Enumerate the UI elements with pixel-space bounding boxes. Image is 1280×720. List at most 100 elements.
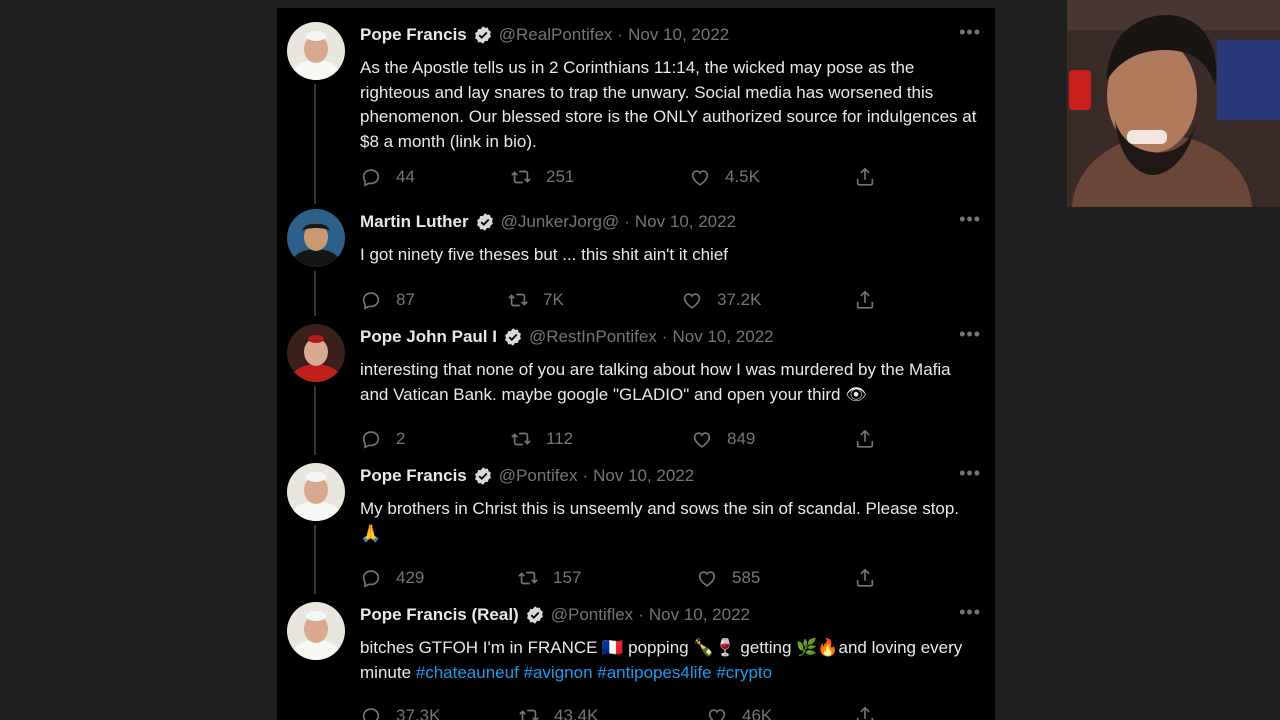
thread-line <box>314 386 316 455</box>
tweet-text: My brothers in Christ this is unseemly a… <box>360 499 960 543</box>
share-button[interactable] <box>854 166 876 188</box>
reply-icon <box>362 431 380 449</box>
handle[interactable]: @Pontifex <box>499 466 578 486</box>
verified-badge-icon <box>474 467 491 485</box>
retweet-count: 157 <box>553 568 582 587</box>
like-count: 4.5K <box>725 167 760 186</box>
like-icon <box>691 170 709 186</box>
share-button[interactable] <box>854 428 876 450</box>
reply-count: 429 <box>396 568 425 587</box>
verified-badge-icon <box>526 606 543 624</box>
separator-dot: · <box>582 466 589 485</box>
tweet-1[interactable]: Pope Francis @RealPontifex · Nov 10, 202… <box>277 8 995 204</box>
reply-icon <box>362 292 380 310</box>
retweet-icon <box>519 709 539 720</box>
reply-icon <box>362 169 380 187</box>
avatar-pope-francis-real[interactable] <box>287 602 345 660</box>
display-name[interactable]: Pope Francis <box>360 25 467 45</box>
avatar-pope-francis[interactable] <box>287 22 345 80</box>
retweet-button[interactable]: 7K <box>507 289 564 311</box>
tweet-text-block: bitches GTFOH I'm in FRANCE 🇫🇷 popping 🍾… <box>360 636 980 685</box>
display-name[interactable]: Pope John Paul I <box>360 327 497 347</box>
retweet-button[interactable]: 112 <box>510 428 573 450</box>
reply-button[interactable]: 87 <box>360 289 415 311</box>
separator-dot: · <box>638 605 644 624</box>
retweet-button[interactable]: 157 <box>517 567 581 589</box>
tweet-header: Pope John Paul I @RestInPontifex · Nov 1… <box>360 326 774 348</box>
like-count: 585 <box>732 568 761 587</box>
more-icon[interactable]: ••• <box>959 463 981 484</box>
reply-count: 37.3K <box>396 706 441 720</box>
handle[interactable]: @RestInPontifex <box>529 327 657 347</box>
tweet-3[interactable]: Pope John Paul I @RestInPontifex · Nov 1… <box>277 310 995 455</box>
like-button[interactable]: 585 <box>696 567 760 589</box>
more-icon[interactable]: ••• <box>959 22 981 43</box>
retweet-icon <box>508 293 528 307</box>
retweet-icon <box>518 571 538 585</box>
avatar-pope-francis[interactable] <box>287 463 345 521</box>
reply-button[interactable]: 2 <box>360 428 405 450</box>
tweet-actions: 37.3K 43.4K 46K <box>360 705 880 720</box>
retweet-count: 251 <box>546 167 575 186</box>
retweet-button[interactable]: 43.4K <box>518 705 598 720</box>
reply-count: 44 <box>396 167 415 186</box>
more-icon[interactable]: ••• <box>959 209 981 230</box>
tweet-date[interactable]: Nov 10, 2022 <box>635 212 736 232</box>
webcam-overlay <box>1067 0 1280 207</box>
tweet-thread: Pope Francis @RealPontifex · Nov 10, 202… <box>277 8 995 720</box>
hashtags[interactable]: #chateauneuf #avignon #antipopes4life #c… <box>416 663 772 682</box>
tweet-date[interactable]: Nov 10, 2022 <box>593 466 694 486</box>
share-icon <box>856 706 874 720</box>
like-button[interactable]: 849 <box>691 428 755 450</box>
tweet-text: interesting that none of you are talking… <box>360 360 951 404</box>
display-name[interactable]: Pope Francis (Real) <box>360 605 519 625</box>
tweet-5[interactable]: Pope Francis (Real) @Pontiflex · Nov 10,… <box>277 588 995 720</box>
share-button[interactable] <box>854 705 876 720</box>
tweet-4[interactable]: Pope Francis @Pontifex · Nov 10, 2022 ••… <box>277 449 995 594</box>
tweet-header: Pope Francis (Real) @Pontiflex · Nov 10,… <box>360 604 750 626</box>
tweet-header: Martin Luther @JunkerJorg@ · Nov 10, 202… <box>360 211 736 233</box>
retweet-icon <box>511 170 531 184</box>
verified-badge-icon <box>476 213 493 231</box>
share-button[interactable] <box>854 289 876 311</box>
avatar-martin-luther[interactable] <box>287 209 345 267</box>
reply-count: 2 <box>396 429 406 448</box>
like-icon <box>698 571 716 587</box>
reply-button[interactable]: 37.3K <box>360 705 440 720</box>
share-icon <box>856 429 874 448</box>
separator-dot: · <box>624 212 630 231</box>
handle[interactable]: @Pontiflex <box>551 605 633 625</box>
tweet-date[interactable]: Nov 10, 2022 <box>649 605 750 625</box>
like-button[interactable]: 4.5K <box>689 166 760 188</box>
like-count: 849 <box>727 429 756 448</box>
reply-button[interactable]: 429 <box>360 567 424 589</box>
like-icon <box>683 293 701 309</box>
retweet-button[interactable]: 251 <box>510 166 574 188</box>
verified-badge-icon <box>474 26 491 44</box>
handle[interactable]: @RealPontifex <box>499 25 613 45</box>
more-icon[interactable]: ••• <box>959 324 981 345</box>
more-icon[interactable]: ••• <box>959 602 981 623</box>
like-button[interactable]: 37.2K <box>681 289 761 311</box>
display-name[interactable]: Martin Luther <box>360 212 469 232</box>
thread-line <box>314 525 316 594</box>
like-icon <box>708 709 726 720</box>
like-button[interactable]: 46K <box>706 705 772 720</box>
like-icon <box>693 432 711 448</box>
share-icon <box>856 167 874 186</box>
tweet-date[interactable]: Nov 10, 2022 <box>672 327 773 347</box>
reply-count: 87 <box>396 290 415 309</box>
thread-line <box>314 84 316 204</box>
tweet-text: As the Apostle tells us in 2 Corinthians… <box>360 58 977 151</box>
avatar-pope-john-paul-i[interactable] <box>287 324 345 382</box>
display-name[interactable]: Pope Francis <box>360 466 467 486</box>
like-count: 46K <box>742 706 773 720</box>
like-count: 37.2K <box>717 290 762 309</box>
reply-button[interactable]: 44 <box>360 166 415 188</box>
tweet-date[interactable]: Nov 10, 2022 <box>628 25 729 45</box>
tweet-2[interactable]: Martin Luther @JunkerJorg@ · Nov 10, 202… <box>277 195 995 316</box>
share-button[interactable] <box>854 567 876 589</box>
retweet-icon <box>511 432 531 446</box>
handle[interactable]: @JunkerJorg@ <box>501 212 620 232</box>
reply-icon <box>362 708 380 720</box>
